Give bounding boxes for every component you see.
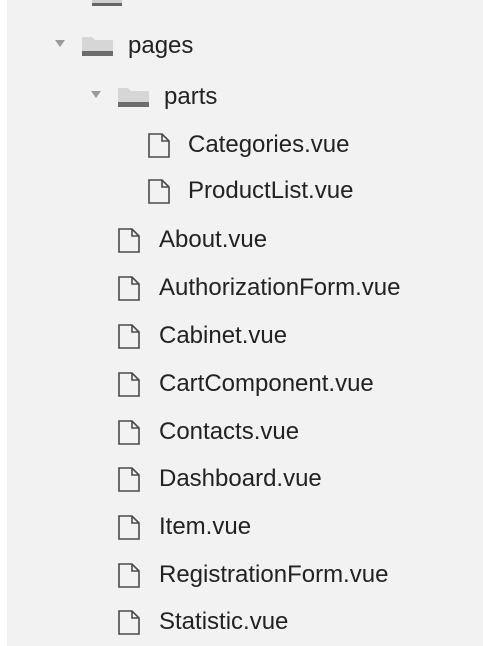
file-icon — [118, 276, 140, 301]
tree-file-statistic[interactable]: Statistic.vue — [7, 599, 483, 645]
file-label: RegistrationForm.vue — [159, 561, 389, 588]
tree-file-item[interactable]: Item.vue — [7, 504, 483, 550]
file-icon — [118, 324, 140, 349]
tree-file-registrationform[interactable]: RegistrationForm.vue — [7, 552, 483, 598]
file-icon — [118, 610, 140, 635]
tree-file-about[interactable]: About.vue — [7, 217, 483, 263]
file-icon — [118, 515, 140, 540]
file-icon — [118, 372, 140, 397]
file-icon — [118, 563, 140, 588]
folder-label: parts — [164, 83, 218, 110]
folder-label: pages — [128, 32, 194, 59]
file-label: About.vue — [159, 226, 268, 253]
expand-caret-icon[interactable] — [91, 91, 101, 98]
folder-icon — [118, 88, 149, 107]
file-icon — [148, 133, 170, 158]
file-label: ProductList.vue — [188, 177, 354, 204]
file-label: Categories.vue — [188, 131, 350, 158]
file-label: AuthorizationForm.vue — [159, 274, 401, 301]
folder-icon — [82, 37, 113, 56]
tree-file-cartcomponent[interactable]: CartComponent.vue — [7, 361, 483, 407]
file-label: Statistic.vue — [159, 608, 289, 635]
file-label: Item.vue — [159, 513, 252, 540]
tree-file-categories[interactable]: Categories.vue — [7, 122, 483, 168]
file-icon — [118, 228, 140, 253]
tree-file-dashboard[interactable]: Dashboard.vue — [7, 456, 483, 502]
tree-file-contacts[interactable]: Contacts.vue — [7, 409, 483, 455]
tree-folder-pages[interactable]: pages — [7, 23, 483, 69]
expand-caret-icon[interactable] — [55, 40, 65, 47]
tree-file-authorizationform[interactable]: AuthorizationForm.vue — [7, 265, 483, 311]
project-file-tree: pages parts Categories.vue ProductList.v… — [7, 0, 483, 646]
file-label: Contacts.vue — [159, 418, 300, 445]
clipped-folder-icon — [92, 0, 122, 6]
file-icon — [148, 179, 170, 204]
file-label: Dashboard.vue — [159, 465, 322, 492]
tree-file-cabinet[interactable]: Cabinet.vue — [7, 313, 483, 359]
tree-folder-parts[interactable]: parts — [7, 74, 483, 120]
file-label: CartComponent.vue — [159, 370, 374, 397]
file-label: Cabinet.vue — [159, 322, 288, 349]
tree-file-productlist[interactable]: ProductList.vue — [7, 168, 483, 214]
file-icon — [118, 420, 140, 445]
file-icon — [118, 467, 140, 492]
